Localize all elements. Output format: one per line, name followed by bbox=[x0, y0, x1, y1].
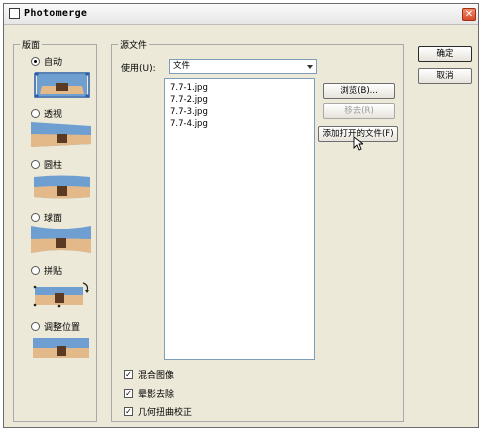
close-button[interactable]: ✕ bbox=[462, 8, 476, 21]
title-bar[interactable]: Photomerge ✕ bbox=[4, 4, 478, 25]
cancel-button[interactable]: 取消 bbox=[418, 68, 472, 84]
app-icon bbox=[9, 8, 20, 19]
auto-preview-handle-br bbox=[85, 94, 89, 98]
use-label: 使用(U): bbox=[121, 64, 156, 74]
radio-reposition[interactable]: 调整位置 bbox=[31, 320, 81, 333]
file-list[interactable]: 7.7-1.jpg 7.7-2.jpg 7.7-3.jpg 7.7-4.jpg bbox=[164, 78, 315, 360]
auto-preview-thumbnail bbox=[34, 72, 90, 98]
auto-preview-handle-tl bbox=[35, 72, 39, 76]
radio-reposition-label: 调整位置 bbox=[44, 322, 81, 333]
blend-images-checkbox-row[interactable]: ✓ 混合图像 bbox=[124, 368, 175, 381]
geometric-distortion-label: 几何扭曲校正 bbox=[138, 407, 193, 418]
file-list-item[interactable]: 7.7-3.jpg bbox=[170, 107, 208, 117]
blend-images-label: 混合图像 bbox=[138, 370, 175, 381]
radio-reposition-button[interactable] bbox=[31, 321, 40, 331]
perspective-preview-doors bbox=[57, 134, 67, 143]
geometric-distortion-checkbox[interactable]: ✓ bbox=[124, 406, 133, 416]
remove-button[interactable]: 移去(R) bbox=[323, 103, 395, 119]
radio-auto[interactable]: 自动 bbox=[31, 55, 63, 68]
radio-auto-label: 自动 bbox=[44, 57, 63, 68]
file-list-item[interactable]: 7.7-4.jpg bbox=[170, 119, 208, 129]
geometric-distortion-checkbox-row[interactable]: ✓ 几何扭曲校正 bbox=[124, 405, 193, 418]
vignette-removal-label: 晕影去除 bbox=[138, 389, 175, 400]
radio-auto-button[interactable] bbox=[31, 56, 40, 66]
collage-preview-handle-mb bbox=[57, 304, 61, 308]
perspective-preview-thumbnail bbox=[31, 122, 91, 147]
vignette-removal-checkbox-row[interactable]: ✓ 晕影去除 bbox=[124, 387, 175, 400]
layout-legend: 版面 bbox=[20, 38, 43, 51]
radio-cylindrical-label: 圆柱 bbox=[44, 160, 63, 171]
radio-collage-label: 拼贴 bbox=[44, 266, 63, 277]
browse-button[interactable]: 浏览(B)... bbox=[323, 83, 395, 99]
radio-perspective-label: 透视 bbox=[44, 109, 63, 120]
radio-cylindrical[interactable]: 圆柱 bbox=[31, 158, 63, 171]
mouse-cursor-shape bbox=[353, 136, 363, 151]
rotate-arrow-head-icon bbox=[85, 290, 89, 293]
cylindrical-preview-thumbnail bbox=[34, 175, 90, 199]
radio-spherical-button[interactable] bbox=[31, 212, 40, 222]
collage-preview-doors bbox=[55, 293, 64, 303]
auto-preview-handle-bl bbox=[35, 94, 39, 98]
photomerge-dialog: Photomerge ✕ 版面 源文件 自动 透视 圆柱 球面 拼贴 调整位置 … bbox=[3, 3, 479, 428]
radio-spherical[interactable]: 球面 bbox=[31, 211, 63, 224]
rotate-arrow-icon bbox=[82, 282, 89, 292]
cylindrical-preview-doors bbox=[57, 186, 67, 196]
file-list-item[interactable]: 7.7-1.jpg bbox=[170, 83, 208, 93]
blend-images-checkbox[interactable]: ✓ bbox=[124, 369, 133, 379]
radio-cylindrical-button[interactable] bbox=[31, 159, 40, 169]
source-files-legend: 源文件 bbox=[118, 38, 150, 51]
collage-preview-handle-bl bbox=[33, 303, 37, 307]
file-list-item[interactable]: 7.7-2.jpg bbox=[170, 95, 208, 105]
spherical-preview-thumbnail bbox=[31, 226, 91, 253]
use-dropdown-value: 文件 bbox=[173, 61, 191, 71]
vignette-removal-checkbox[interactable]: ✓ bbox=[124, 388, 133, 398]
radio-collage[interactable]: 拼贴 bbox=[31, 264, 63, 277]
window-title: Photomerge bbox=[24, 8, 88, 19]
radio-spherical-label: 球面 bbox=[44, 213, 63, 224]
auto-preview-doors bbox=[56, 83, 68, 91]
collage-preview-handle-tl bbox=[33, 285, 37, 289]
reposition-preview-doors bbox=[57, 346, 66, 356]
use-dropdown[interactable]: 文件 bbox=[169, 59, 317, 74]
mouse-cursor-icon bbox=[353, 136, 363, 151]
spherical-preview-doors bbox=[56, 238, 66, 248]
auto-preview-handle-tr bbox=[85, 72, 89, 76]
reposition-preview-thumbnail bbox=[33, 338, 89, 358]
radio-perspective-button[interactable] bbox=[31, 108, 40, 118]
close-icon: ✕ bbox=[464, 9, 474, 20]
collage-preview-thumbnail bbox=[33, 282, 89, 308]
ok-button[interactable]: 确定 bbox=[418, 46, 472, 62]
radio-perspective[interactable]: 透视 bbox=[31, 107, 63, 120]
chevron-down-icon bbox=[307, 65, 313, 69]
radio-collage-button[interactable] bbox=[31, 265, 40, 275]
